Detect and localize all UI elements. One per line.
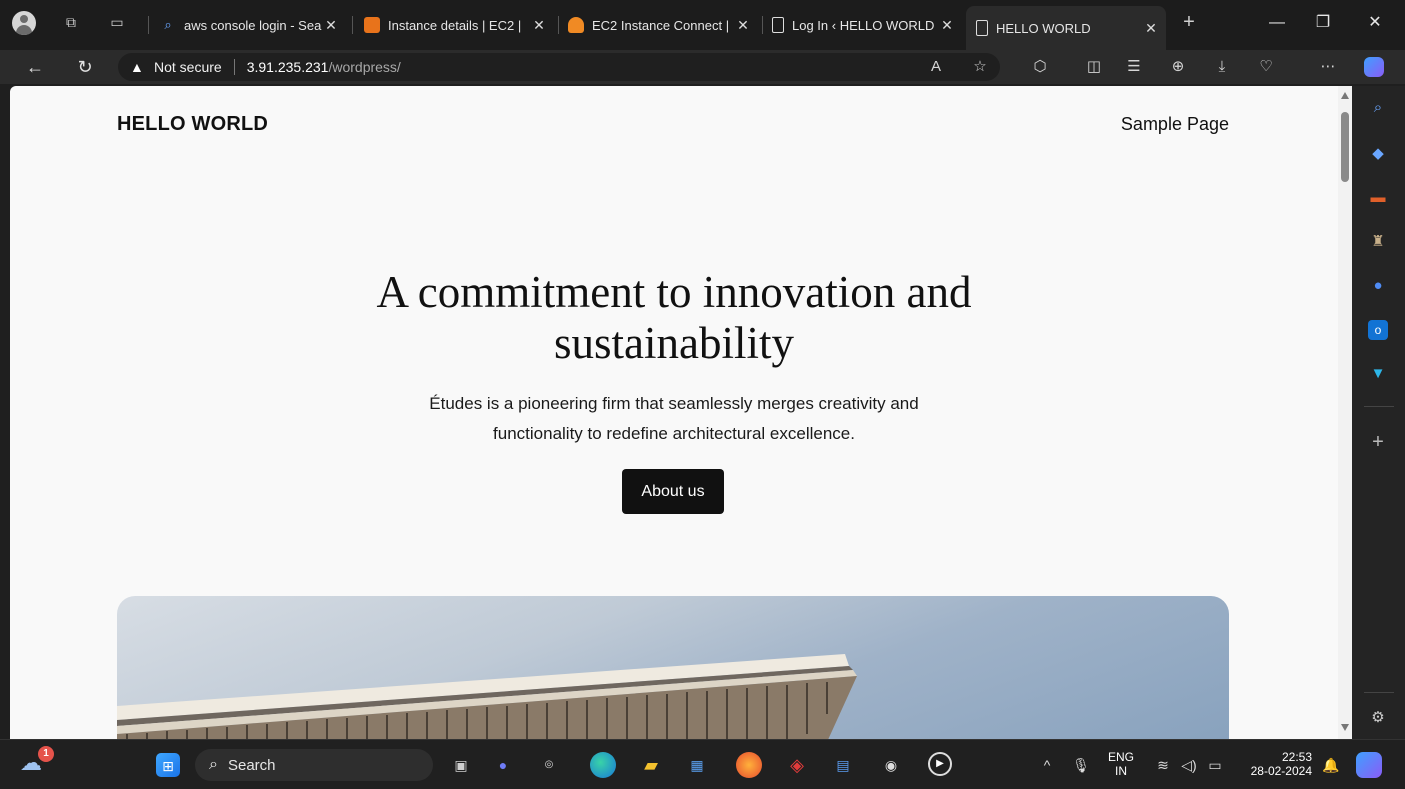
notepad-icon[interactable]: ▤ — [830, 752, 856, 778]
copilot-icon[interactable] — [1356, 752, 1382, 778]
search-icon: ⌕ — [164, 17, 172, 32]
tab-hello-world[interactable]: HELLO WORLD ✕ — [966, 6, 1166, 50]
back-button[interactable]: ← — [22, 54, 48, 80]
language-indicator[interactable]: ENG IN — [1106, 750, 1136, 778]
close-tab-icon[interactable]: ✕ — [530, 17, 548, 34]
close-tab-icon[interactable]: ✕ — [322, 17, 340, 34]
start-button[interactable]: ⊞ — [156, 753, 180, 777]
tab-ec2-instance-connect[interactable]: EC2 Instance Connect | ✕ — [562, 9, 758, 41]
chat-icon[interactable]: ● — [490, 752, 516, 778]
edge-browser-icon[interactable] — [590, 752, 616, 778]
firefox-icon[interactable] — [736, 752, 762, 778]
clock[interactable]: 22:53 28-02-2024 — [1236, 750, 1312, 778]
url-host: 3.91.235.231 — [246, 59, 329, 75]
volume-icon[interactable]: ◁) — [1176, 752, 1202, 778]
hero-heading: A commitment to innovation and sustainab… — [376, 267, 972, 368]
browser-essentials-icon[interactable]: ♡ — [1256, 57, 1276, 77]
aws-icon — [364, 17, 380, 33]
refresh-button[interactable]: ↻ — [72, 54, 98, 80]
show-hidden-icons[interactable]: ^ — [1034, 752, 1060, 778]
task-view-icon[interactable]: ▣ — [448, 752, 474, 778]
browser-toolbar: ← ↻ ▲ Not secure 3.91.235.231/wordpress/… — [0, 50, 1405, 84]
add-sidebar-app-icon[interactable]: + — [1368, 432, 1388, 452]
workspaces-icon[interactable]: ⧉ — [62, 13, 80, 31]
notification-badge: 1 — [38, 746, 54, 762]
scroll-up-icon[interactable] — [1341, 92, 1349, 99]
search-icon: ⌕ — [209, 756, 218, 773]
windows-taskbar: ☁ 1 ⊞ ⌕ Search ▣ ● ◎ ▰ ▦ ◈ ▤ ◉ ▶ ^ 🎙 ENG… — [0, 739, 1405, 789]
hero-text: Études is a pioneering firm that seamles… — [429, 394, 919, 443]
profile-avatar-icon[interactable] — [12, 11, 36, 35]
new-tab-button[interactable]: + — [1180, 12, 1198, 32]
ec2-icon — [568, 17, 584, 33]
page-icon — [976, 20, 988, 36]
web-page: HELLO WORLD Sample Page A commitment to … — [10, 86, 1338, 739]
address-bar[interactable]: ▲ Not secure 3.91.235.231/wordpress/ — [118, 53, 1000, 81]
close-tab-icon[interactable]: ✕ — [1142, 20, 1160, 37]
tools-icon[interactable]: ▬ — [1368, 188, 1388, 208]
file-explorer-icon[interactable]: ▰ — [638, 752, 664, 778]
minimize-button[interactable]: — — [1262, 12, 1292, 34]
nav-sample-page[interactable]: Sample Page — [1121, 114, 1229, 135]
scroll-thumb[interactable] — [1341, 112, 1349, 182]
security-label[interactable]: Not secure — [154, 59, 222, 75]
favorite-star-icon[interactable]: ☆ — [970, 57, 990, 77]
tab-aws-console-login[interactable]: ⌕ aws console login - Sea ✕ — [154, 9, 346, 41]
tab-instance-details[interactable]: Instance details | EC2 | ✕ — [358, 9, 554, 41]
building-roof-image — [117, 654, 857, 739]
hero-image — [117, 596, 1229, 739]
warning-icon[interactable]: ▲ — [130, 59, 146, 75]
tab-log-in[interactable]: Log In ‹ HELLO WORLD ✕ — [766, 9, 962, 41]
page-icon — [772, 17, 784, 33]
edge-sidebar: ⌕ ◆ ▬ ♜ ● o ▼ + ⚙ — [1352, 86, 1405, 739]
about-us-button[interactable]: About us — [622, 469, 724, 514]
app-icon[interactable]: ◉ — [878, 752, 904, 778]
page-scrollbar[interactable] — [1338, 86, 1352, 739]
favorites-icon[interactable]: ☰ — [1124, 57, 1144, 77]
more-menu-icon[interactable]: ⋯ — [1318, 57, 1338, 77]
shopping-tag-icon[interactable]: ◆ — [1368, 144, 1388, 164]
dell-icon[interactable]: ◎ — [536, 752, 562, 778]
search-icon[interactable]: ⌕ — [1368, 98, 1388, 118]
taskbar-search[interactable]: ⌕ Search — [195, 749, 433, 781]
restore-button[interactable]: ❐ — [1308, 12, 1338, 34]
copilot-icon[interactable] — [1364, 57, 1384, 77]
mcafee-icon[interactable]: ◈ — [784, 752, 810, 778]
media-player-icon[interactable]: ▶ — [928, 752, 952, 776]
vertical-tabs-icon[interactable]: ▭ — [108, 13, 126, 31]
drop-icon[interactable]: ▼ — [1368, 364, 1388, 384]
wifi-icon[interactable]: ≋ — [1150, 752, 1176, 778]
close-tab-icon[interactable]: ✕ — [938, 17, 956, 34]
read-aloud-icon[interactable]: A — [926, 57, 946, 77]
extensions-icon[interactable]: ⬡ — [1030, 57, 1050, 77]
sidebar-settings-icon[interactable]: ⚙ — [1368, 708, 1388, 728]
collections-icon[interactable]: ⊕ — [1168, 57, 1188, 77]
games-icon[interactable]: ♜ — [1368, 232, 1388, 252]
notifications-bell-icon[interactable]: 🔔 — [1318, 752, 1344, 778]
site-title[interactable]: HELLO WORLD — [117, 113, 268, 136]
microsoft-365-icon[interactable]: ● — [1368, 276, 1388, 296]
split-screen-icon[interactable]: ◫ — [1084, 57, 1104, 77]
tab-strip: ⧉ ▭ ⌕ aws console login - Sea ✕ Instance… — [0, 0, 1405, 50]
url-path: /wordpress/ — [328, 59, 401, 75]
battery-icon[interactable]: ▭ — [1202, 752, 1228, 778]
close-window-button[interactable]: ✕ — [1360, 12, 1390, 34]
store-icon[interactable]: ▦ — [684, 752, 710, 778]
close-tab-icon[interactable]: ✕ — [734, 17, 752, 34]
scroll-down-icon[interactable] — [1341, 724, 1349, 731]
downloads-icon[interactable]: ⤓ — [1212, 57, 1232, 77]
outlook-icon[interactable]: o — [1368, 320, 1388, 340]
microphone-icon[interactable]: 🎙 — [1068, 752, 1094, 778]
